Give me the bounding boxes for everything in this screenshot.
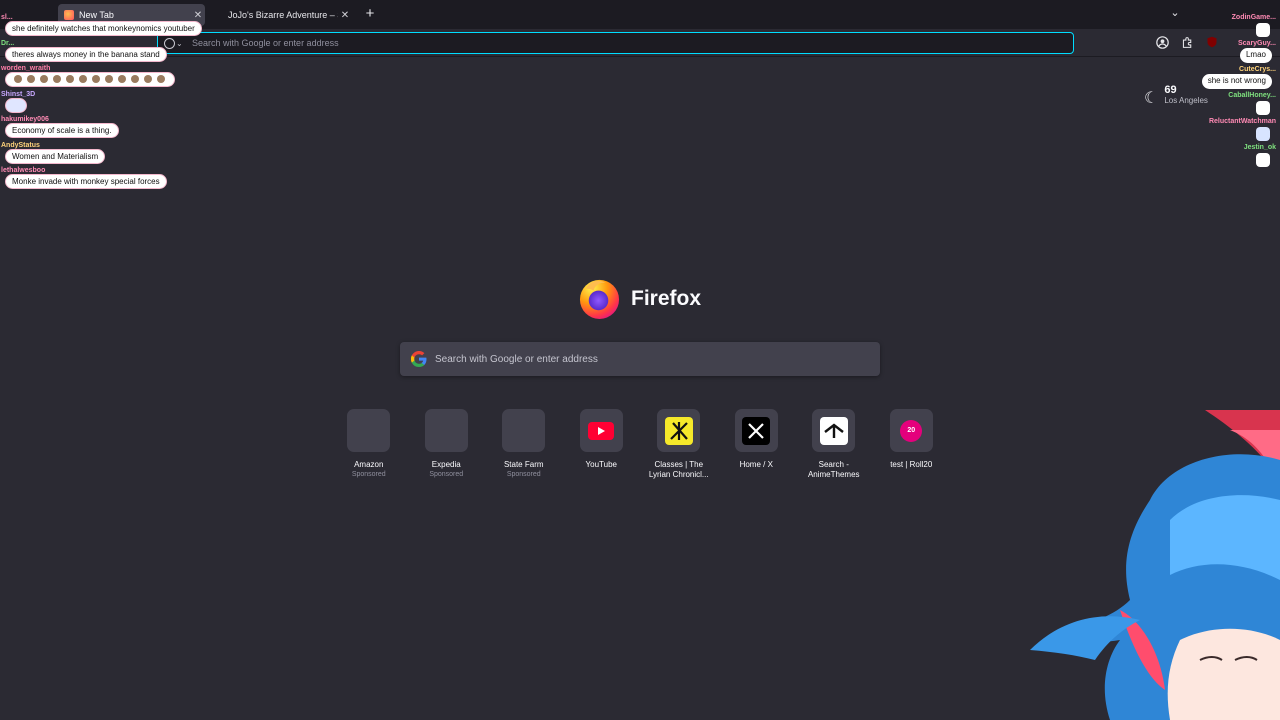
chat-username: Dr... [1, 39, 15, 47]
top-site-expedia[interactable]: Expedia Sponsored [408, 409, 486, 480]
chat-username: sl... [1, 14, 13, 21]
firefox-logo-icon [579, 279, 620, 320]
top-site-label: Classes | The Lyrian Chronicl... [648, 460, 709, 479]
chat-message: ScaryGuy... Lmao [1180, 40, 1280, 66]
chat-emote [5, 97, 27, 113]
chat-message: sl... she definitely watches that monkey… [0, 14, 210, 40]
chat-message: CuteCrys... she is not wrong [1180, 66, 1280, 92]
youtube-icon [587, 417, 615, 445]
chat-message: Shinst_3D [0, 91, 210, 117]
chat-username: ZodinGame... [1231, 14, 1276, 21]
top-sites: Amazon Sponsored Expedia Sponsored State… [330, 409, 950, 480]
google-icon [411, 351, 427, 367]
stream-chat-left: sl... she definitely watches that monkey… [0, 14, 210, 193]
chat-username: Shinst_3D [1, 90, 36, 98]
top-site-x[interactable]: Home / X [718, 409, 796, 480]
top-site-youtube[interactable]: YouTube [563, 409, 641, 480]
top-site-tile[interactable]: 20 [889, 409, 933, 452]
new-tab-button[interactable]: + [362, 6, 378, 22]
top-site-animethemes[interactable]: Search - AnimeThemes [795, 409, 873, 480]
chat-message: CaballHoney... [1180, 92, 1280, 118]
chat-username: worden_wraith [1, 65, 51, 72]
animethemes-icon [819, 416, 848, 445]
top-site-tile[interactable] [812, 409, 856, 452]
sponsored-label: Sponsored [506, 471, 541, 478]
chat-emote [1256, 127, 1270, 141]
top-site-roll20[interactable]: 20 test | Roll20 [873, 409, 951, 480]
search-placeholder: Search with Google or enter address [435, 353, 598, 365]
chat-message: ZodinGame... [1180, 14, 1280, 40]
chat-text: theres always money in the banana stand [5, 46, 167, 62]
chat-username: CaballHoney... [1228, 92, 1276, 99]
top-site-label: Expedia [431, 460, 461, 469]
chat-message: hakumikey006 Economy of scale is a thing… [0, 116, 210, 142]
monkey-emote-icon [14, 75, 165, 83]
top-site-label: Home / X [739, 460, 773, 469]
top-site-tile[interactable] [734, 409, 778, 452]
chat-text: she is not wrong [1201, 74, 1272, 89]
chat-username: ReluctantWatchman [1208, 118, 1276, 125]
tab-jojo-steam[interactable]: JoJo's Bizarre Adventure – Steam ✕ [222, 4, 352, 26]
chat-message: ReluctantWatchman [1180, 118, 1280, 144]
top-site-tile[interactable] [502, 409, 546, 452]
chat-emote [1256, 101, 1270, 115]
moon-icon: ☾ [1144, 90, 1159, 107]
chat-username: ScaryGuy... [1237, 40, 1276, 47]
top-site-tile[interactable] [579, 409, 623, 452]
firefox-logo: Firefox [578, 277, 701, 320]
top-site-tile[interactable] [424, 409, 468, 452]
x-icon [742, 416, 771, 445]
chat-text: she definitely watches that monkeynomics… [5, 21, 202, 36]
chat-text: Economy of scale is a thing. [5, 123, 119, 138]
chat-emotes [5, 72, 175, 87]
newtab-search-box[interactable]: Search with Google or enter address [400, 342, 880, 376]
chat-username: CuteCrys... [1239, 66, 1276, 73]
sponsored-label: Sponsored [351, 471, 386, 478]
chat-emote [1256, 23, 1270, 37]
chat-username: Jestin_ok [1243, 144, 1276, 151]
roll20-icon: 20 [900, 419, 923, 442]
top-site-state-farm[interactable]: State Farm Sponsored [485, 409, 563, 480]
firefox-wordmark: Firefox [631, 286, 702, 310]
stream-chat-right: ZodinGame... ScaryGuy... Lmao CuteCrys..… [1180, 14, 1280, 170]
account-icon[interactable] [1155, 36, 1169, 50]
url-input[interactable] [186, 38, 1073, 48]
address-bar[interactable]: ⌄ [157, 32, 1074, 54]
chat-message: worden_wraith [0, 65, 210, 91]
top-site-tile[interactable] [657, 409, 701, 452]
top-site-label: test | Roll20 [890, 460, 933, 469]
top-site-label: Search - AnimeThemes [807, 460, 860, 479]
chat-text: Monke invade with monkey special forces [5, 174, 167, 189]
chat-text: Lmao [1239, 48, 1272, 63]
chat-username: lethalwesboo [1, 167, 46, 174]
sponsored-label: Sponsored [429, 471, 464, 478]
chat-text: Women and Materialism [5, 148, 106, 164]
vtuber-avatar [1030, 410, 1280, 720]
chat-message: lethalwesboo Monke invade with monkey sp… [0, 167, 210, 193]
close-tab-icon[interactable]: ✕ [338, 10, 352, 21]
top-site-label: Amazon [354, 460, 384, 469]
chat-username: AndyStatus [1, 141, 40, 149]
chat-message: Jestin_ok [1180, 144, 1280, 170]
chat-emote [1256, 153, 1270, 167]
chat-message: Dr... theres always money in the banana … [0, 40, 210, 66]
chat-message: AndyStatus Women and Materialism [0, 142, 210, 168]
tab-title: JoJo's Bizarre Adventure – Steam [228, 10, 338, 20]
top-site-label: YouTube [585, 460, 617, 469]
top-site-lyrian[interactable]: Classes | The Lyrian Chronicl... [640, 409, 718, 480]
top-site-amazon[interactable]: Amazon Sponsored [330, 409, 408, 480]
chat-username: hakumikey006 [1, 116, 49, 123]
lyrian-icon [664, 416, 693, 445]
top-site-label: State Farm [503, 460, 544, 469]
top-site-tile[interactable] [347, 409, 391, 452]
